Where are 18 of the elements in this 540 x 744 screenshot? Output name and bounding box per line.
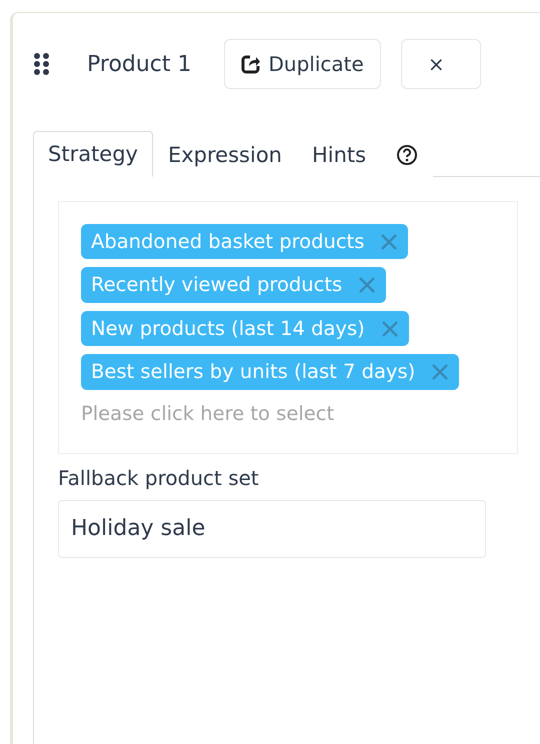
tab[interactable]: Strategy — [33, 131, 153, 177]
select-placeholder: Please click here to select — [81, 402, 334, 425]
tag-label: Abandoned basket products — [91, 230, 364, 254]
remove-icon[interactable] — [358, 276, 376, 294]
share-icon — [240, 54, 261, 74]
duplicate-button[interactable]: Duplicate — [224, 39, 381, 89]
tag-label: Recently viewed products — [91, 273, 342, 297]
remove-icon[interactable] — [380, 320, 399, 338]
product-title: Product 1 — [87, 52, 192, 76]
help-icon — [396, 144, 418, 166]
close-button[interactable]: × — [400, 39, 481, 89]
field-label: Fallback product set — [58, 466, 260, 490]
fallback-input[interactable]: Holiday sale — [58, 500, 486, 558]
remove-icon[interactable] — [431, 363, 450, 382]
tag-label: Best sellers by units (last 7 days) — [91, 360, 416, 384]
tag-label: New products (last 14 days) — [91, 316, 365, 340]
drag-handle-icon[interactable] — [33, 52, 49, 76]
remove-icon[interactable] — [380, 233, 398, 251]
